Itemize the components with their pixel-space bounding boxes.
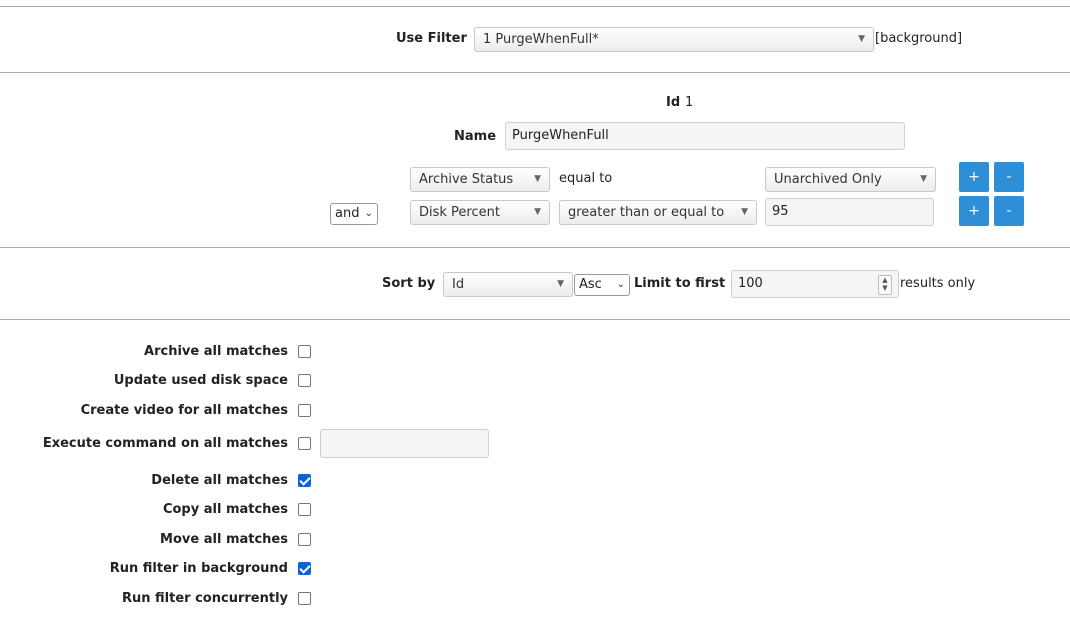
name-label: Name: [454, 129, 497, 144]
execute-command-checkbox[interactable]: [298, 437, 311, 450]
limit-label: Limit to first: [634, 276, 726, 291]
plus-icon: +: [968, 169, 980, 185]
copy-checkbox[interactable]: [298, 503, 311, 516]
id-label: Id: [666, 95, 681, 110]
archive-label: Archive all matches: [144, 344, 288, 359]
delete-label: Delete all matches: [151, 473, 288, 488]
caret-down-icon: ▼: [534, 207, 541, 217]
term-1-add-button[interactable]: +: [959, 162, 989, 192]
term-2-conjunction-value: and: [335, 206, 360, 221]
run-background-checkbox[interactable]: [298, 562, 311, 575]
term-1-value-select[interactable]: Unarchived Only ▼: [765, 167, 936, 192]
background-tag: [background]: [875, 31, 963, 46]
run-background-label: Run filter in background: [109, 561, 288, 576]
filter-select[interactable]: 1 PurgeWhenFull* ▼: [474, 27, 874, 52]
sort-order-value: Asc: [579, 277, 602, 292]
term-1-operator: equal to: [559, 171, 613, 186]
sort-field-select[interactable]: Id ▼: [443, 272, 573, 297]
term-1-remove-button[interactable]: -: [994, 162, 1024, 192]
minus-icon: -: [1006, 203, 1012, 219]
term-2-operator-value: greater than or equal to: [568, 205, 725, 220]
caret-down-icon: ▼: [534, 174, 541, 184]
create-video-checkbox[interactable]: [298, 404, 311, 417]
execute-command-input[interactable]: [320, 429, 489, 458]
archive-checkbox[interactable]: [298, 345, 311, 358]
run-concurrently-label: Run filter concurrently: [122, 591, 288, 606]
name-input-value: PurgeWhenFull: [512, 128, 609, 143]
term-2-value-input[interactable]: 95: [765, 198, 934, 226]
limit-value: 100: [738, 276, 763, 291]
caret-down-icon: ▼: [557, 279, 564, 289]
divider-sort: [0, 319, 1070, 320]
term-1-value: Unarchived Only: [774, 172, 882, 187]
id-value: 1: [685, 95, 694, 110]
term-2-value: 95: [772, 204, 789, 219]
term-1-attribute-select[interactable]: Archive Status ▼: [410, 167, 550, 192]
chevron-down-icon: ⌄: [616, 279, 625, 290]
update-disk-label: Update used disk space: [113, 373, 288, 388]
use-filter-label: Use Filter: [396, 31, 467, 46]
sort-order-select[interactable]: Asc ⌄: [574, 274, 630, 296]
term-2-attribute-value: Disk Percent: [419, 205, 500, 220]
term-2-add-button[interactable]: +: [959, 196, 989, 226]
chevron-down-icon: ⌄: [364, 208, 373, 219]
term-2-attribute-select[interactable]: Disk Percent ▼: [410, 200, 550, 225]
name-input[interactable]: PurgeWhenFull: [505, 122, 905, 150]
term-2-remove-button[interactable]: -: [994, 196, 1024, 226]
create-video-label: Create video for all matches: [80, 403, 288, 418]
caret-down-icon: ▼: [858, 34, 865, 44]
sort-field-value: Id: [452, 277, 465, 292]
divider-filter: [0, 72, 1070, 73]
run-concurrently-checkbox[interactable]: [298, 592, 311, 605]
move-checkbox[interactable]: [298, 533, 311, 546]
caret-down-icon: ▼: [741, 207, 748, 217]
move-label: Move all matches: [160, 532, 288, 547]
copy-label: Copy all matches: [162, 502, 288, 517]
sort-by-label: Sort by: [382, 276, 436, 291]
limit-input[interactable]: 100 ▲ ▼: [731, 270, 899, 298]
plus-icon: +: [968, 203, 980, 219]
term-2-conjunction-select[interactable]: and ⌄: [330, 203, 378, 225]
update-disk-checkbox[interactable]: [298, 374, 311, 387]
number-spinner-icon[interactable]: ▲ ▼: [878, 275, 892, 295]
term-1-attribute-value: Archive Status: [419, 172, 514, 187]
caret-down-icon: ▼: [920, 174, 927, 184]
minus-icon: -: [1006, 169, 1012, 185]
filter-select-value: 1 PurgeWhenFull*: [483, 32, 599, 47]
results-only-label: results only: [900, 276, 976, 291]
term-2-operator-select[interactable]: greater than or equal to ▼: [559, 200, 757, 225]
delete-checkbox[interactable]: [298, 474, 311, 487]
execute-command-label: Execute command on all matches: [42, 436, 288, 451]
divider-terms: [0, 247, 1070, 248]
divider-top: [0, 6, 1070, 7]
